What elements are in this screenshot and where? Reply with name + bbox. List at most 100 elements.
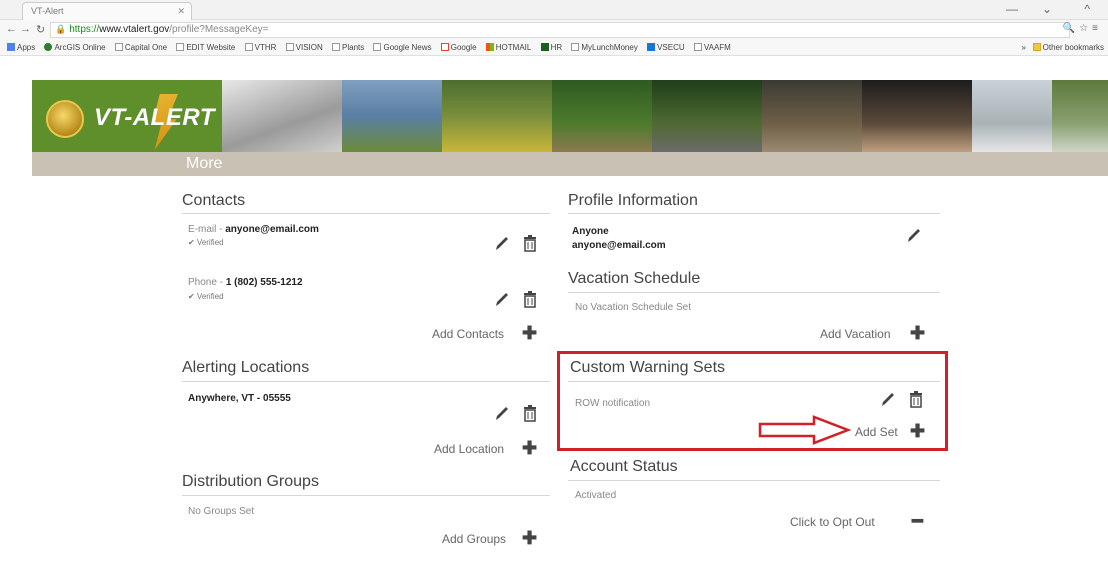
add-set-button[interactable]: Add Set	[855, 425, 898, 439]
reload-icon[interactable]: ↻	[36, 23, 45, 36]
bookmark-apps[interactable]: Apps	[7, 40, 35, 55]
bookmark-capital-one[interactable]: Capital One	[114, 40, 167, 55]
add-location-button[interactable]: Add Location	[434, 442, 504, 456]
add-groups-button[interactable]: Add Groups	[442, 532, 506, 546]
site-logo[interactable]: VT-ALERT	[94, 104, 215, 132]
email-verified: ✔ Verified	[188, 238, 224, 247]
url-input[interactable]: 🔒 https://www.vtalert.gov/profile?Message…	[50, 22, 1070, 38]
account-status-divider	[568, 480, 940, 481]
banner-photo-car	[222, 80, 342, 152]
bookmark-vaafm[interactable]: VAAFM	[693, 40, 731, 55]
bookmark-plants[interactable]: Plants	[332, 40, 364, 55]
site-banner: VT-ALERT	[32, 80, 1108, 152]
phone-verified: ✔ Verified	[188, 292, 224, 301]
forward-icon[interactable]: →	[20, 23, 31, 35]
add-vacation-button[interactable]: Add Vacation	[820, 327, 891, 341]
plus-icon[interactable]: ✚	[522, 324, 537, 342]
page-icon	[285, 43, 294, 51]
banner-photo-flood	[342, 80, 442, 152]
pencil-icon[interactable]	[494, 404, 510, 422]
lock-icon: 🔒	[55, 24, 67, 34]
back-icon[interactable]: ←	[6, 23, 17, 35]
browser-tab[interactable]: VT-Alert ✕	[22, 2, 192, 20]
trash-icon[interactable]	[522, 234, 538, 252]
email-value: anyone@email.com	[225, 224, 319, 235]
page-icon	[332, 43, 340, 51]
plus-icon[interactable]: ✚	[522, 439, 537, 457]
trash-icon[interactable]	[522, 404, 538, 422]
more-bar: More	[32, 152, 1108, 176]
contacts-divider	[182, 213, 550, 214]
microsoft-icon	[485, 43, 494, 51]
minus-icon[interactable]: ━	[912, 512, 923, 530]
globe-icon	[44, 43, 53, 51]
red-arrow-icon	[758, 415, 852, 445]
page-icon	[571, 43, 580, 51]
plus-icon[interactable]: ✚	[522, 529, 537, 547]
zoom-star-menu-icons[interactable]: 🔍☆≡	[1063, 23, 1102, 34]
bookmark-google-news[interactable]: Google News	[373, 40, 432, 55]
bookmark-vthr[interactable]: VTHR	[244, 40, 276, 55]
bookmark-hr[interactable]: HR	[540, 40, 562, 55]
bookmark-arcgis[interactable]: ArcGIS Online	[44, 40, 106, 55]
profile-email: anyone@email.com	[572, 240, 666, 251]
banner-photo-snow-road	[972, 80, 1052, 152]
email-row: E-mail - anyone@email.com	[188, 224, 319, 235]
trash-icon[interactable]	[522, 290, 538, 308]
custom-warning-heading: Custom Warning Sets	[570, 359, 726, 376]
pencil-icon[interactable]	[494, 290, 510, 308]
apps-icon	[7, 43, 15, 51]
no-vacation-text: No Vacation Schedule Set	[575, 302, 692, 313]
other-bookmarks[interactable]: Other bookmarks	[1043, 43, 1104, 52]
profile-name: Anyone	[572, 226, 609, 237]
page-icon	[244, 43, 253, 51]
phone-row: Phone - 1 (802) 555-1212	[188, 277, 303, 288]
alerting-locations-heading: Alerting Locations	[182, 359, 310, 376]
bookmark-google[interactable]: Google	[440, 40, 477, 55]
banner-photo-rubble	[762, 80, 862, 152]
bookmarks-overflow[interactable]: »	[1022, 43, 1026, 52]
custom-warning-divider	[568, 381, 940, 382]
url-host: www.vtalert.gov	[99, 24, 170, 35]
bookmark-mylunchmoney[interactable]: MyLunchMoney	[571, 40, 638, 55]
url-path: /profile?MessageKey=	[169, 24, 269, 35]
url-scheme: https://	[69, 24, 100, 35]
google-icon	[440, 43, 449, 51]
pencil-icon[interactable]	[906, 226, 922, 244]
bookmarks-bar: Apps ArcGIS Online Capital One EDIT Webs…	[0, 40, 1108, 56]
tab-close-icon[interactable]: ✕	[177, 6, 185, 17]
plus-icon[interactable]: ✚	[910, 422, 925, 440]
minimize-icon[interactable]: —	[1006, 2, 1018, 16]
bookmarks-right: » Other bookmarks	[1022, 40, 1104, 55]
account-status-heading: Account Status	[570, 458, 678, 475]
page-icon	[176, 43, 185, 51]
bookmark-vision[interactable]: VISION	[285, 40, 323, 55]
news-icon	[373, 43, 382, 51]
browser-titlebar: VT-Alert ✕ — ⌄ ^	[0, 0, 1108, 20]
folder-icon	[1032, 43, 1041, 51]
banner-photo-trees	[552, 80, 652, 152]
vsecu-icon	[647, 43, 656, 51]
pencil-icon[interactable]	[880, 390, 896, 408]
opt-out-button[interactable]: Click to Opt Out	[790, 515, 875, 529]
bookmark-hotmail[interactable]: HOTMAIL	[485, 40, 531, 55]
restore-icon[interactable]: ⌄	[1042, 2, 1052, 16]
warning-set-item: ROW notification	[575, 398, 651, 409]
trash-icon[interactable]	[908, 390, 924, 408]
profile-divider	[568, 213, 940, 214]
close-window-icon[interactable]: ^	[1084, 2, 1090, 16]
groups-divider	[182, 495, 550, 496]
tab-title: VT-Alert	[31, 6, 64, 16]
more-menu[interactable]: More	[186, 155, 222, 173]
bookmark-vsecu[interactable]: VSECU	[647, 40, 685, 55]
banner-photo-roadwork	[652, 80, 762, 152]
pencil-icon[interactable]	[494, 234, 510, 252]
add-contacts-button[interactable]: Add Contacts	[432, 327, 504, 341]
plus-icon[interactable]: ✚	[910, 324, 925, 342]
hr-icon	[540, 43, 549, 51]
locations-divider	[182, 381, 550, 382]
account-status-value: Activated	[575, 490, 617, 501]
vermont-seal-icon	[46, 100, 84, 138]
distribution-groups-heading: Distribution Groups	[182, 473, 319, 490]
bookmark-edit-website[interactable]: EDIT Website	[176, 40, 235, 55]
